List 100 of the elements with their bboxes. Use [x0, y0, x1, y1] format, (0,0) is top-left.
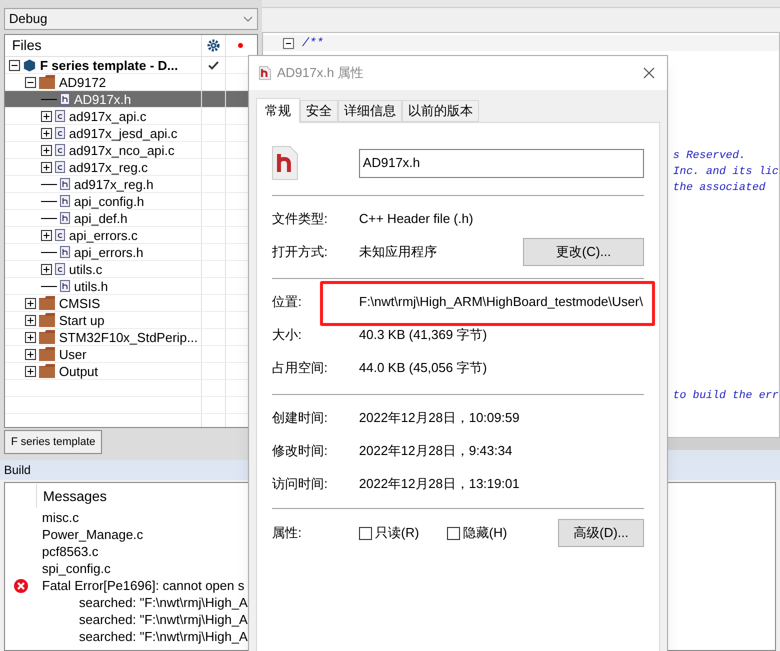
- build-message: pcf8563.c: [42, 542, 98, 561]
- error-icon: [14, 578, 28, 592]
- folder-icon: [39, 364, 55, 378]
- column-header: Files: [11, 36, 43, 55]
- expand-icon[interactable]: [41, 230, 52, 240]
- tree-item-label: utils.h: [73, 278, 109, 294]
- field-value: F:\nwt\rmj\High_ARM\HighBoard_testmode\User\: [359, 292, 643, 311]
- collapse-icon[interactable]: [9, 60, 20, 70]
- header-file-icon: [60, 280, 70, 292]
- expand-icon[interactable]: [25, 348, 36, 360]
- checkbox[interactable]: 隐藏(H): [447, 523, 508, 543]
- advanced-button[interactable]: 高级(D)...: [558, 519, 644, 547]
- source-file-icon: [55, 110, 65, 122]
- tree-item-label: api_config.h: [73, 193, 146, 209]
- field-label: 大小:: [272, 326, 303, 344]
- field-value: 2022年12月28日，13:19:01: [359, 474, 520, 493]
- dialog-title: AD917x.h 属性: [277, 64, 364, 82]
- tree-item-label: api_errors.c: [68, 227, 139, 243]
- tree-item-label: ad917x_reg.c: [68, 159, 149, 175]
- header-file-icon: [60, 93, 70, 105]
- tree-item-label: ad917x_api.c: [68, 108, 148, 124]
- collapse-icon[interactable]: [283, 38, 294, 48]
- change-button[interactable]: 更改(C)...: [523, 238, 644, 266]
- tree-item-label: CMSIS: [58, 295, 102, 311]
- tree-item-label: F series template - D...: [39, 57, 179, 73]
- tree-item-label: STM32F10x_StdPerip...: [58, 329, 199, 345]
- field-value: 2022年12月28日，9:43:34: [359, 442, 512, 460]
- field-label: 位置:: [272, 292, 303, 311]
- code-line: s Reserved.: [673, 149, 747, 164]
- tree-item-label: Start up: [58, 312, 106, 328]
- build-message: searched: "F:\nwt\rmj\High_A: [79, 594, 248, 612]
- field-label: 创建时间:: [272, 408, 329, 427]
- folder-icon: [39, 296, 55, 310]
- expand-icon[interactable]: [41, 264, 52, 274]
- code-line: to build the err: [673, 389, 779, 404]
- field-label: 占用空间:: [272, 358, 329, 377]
- expand-icon[interactable]: [41, 110, 52, 122]
- dialog-tab[interactable]: 常规: [256, 98, 300, 123]
- field-label: 修改时间:: [272, 442, 329, 460]
- header-file-icon: [272, 146, 298, 180]
- cube-icon: [23, 58, 36, 72]
- build-message: searched: "F:\nwt\rmj\High_A: [79, 610, 248, 629]
- build-message: searched: "F:\nwt\rmj\High_A: [79, 628, 248, 646]
- dialog-tab[interactable]: 以前的版本: [402, 100, 479, 122]
- expand-icon[interactable]: [41, 144, 52, 156]
- field-label: 属性:: [272, 524, 303, 542]
- folder-icon: [39, 330, 55, 344]
- source-file-icon: [55, 229, 65, 241]
- panel-title: Build: [4, 462, 31, 479]
- source-file-icon: [55, 127, 65, 139]
- expand-icon[interactable]: [41, 128, 52, 138]
- workspace-tab[interactable]: F series template: [4, 430, 102, 454]
- field-label: 打开方式:: [272, 242, 329, 261]
- tree-item-label: User: [58, 346, 88, 362]
- expand-icon[interactable]: [41, 162, 52, 172]
- source-file-icon: [55, 144, 65, 156]
- configuration-dropdown[interactable]: Debug: [4, 8, 258, 30]
- checkbox[interactable]: 只读(R): [359, 523, 420, 543]
- build-message: spi_config.c: [42, 560, 111, 578]
- column-header: Messages: [36, 484, 107, 508]
- build-message: Power_Manage.c: [42, 526, 144, 544]
- dialog-tab[interactable]: 详细信息: [338, 100, 402, 122]
- expand-icon[interactable]: [25, 314, 36, 326]
- tree-item-label: AD917x.h: [73, 91, 132, 107]
- build-message: misc.c: [42, 508, 79, 527]
- code-line: the associated: [673, 181, 766, 196]
- file-icon: [259, 66, 271, 80]
- collapse-icon[interactable]: [25, 76, 36, 88]
- close-icon[interactable]: [643, 67, 655, 79]
- header-file-icon: [60, 212, 70, 224]
- code-line: Inc. and its lic: [673, 165, 779, 180]
- folder-icon: [39, 347, 55, 361]
- tree-item-label: api_def.h: [73, 210, 128, 226]
- field-label: 访问时间:: [272, 474, 329, 493]
- field-label: 文件类型:: [272, 210, 329, 228]
- field-value: C++ Header file (.h): [359, 210, 474, 228]
- field-value: 40.3 KB (41,369 字节): [359, 326, 487, 344]
- field-value: 未知应用程序: [359, 242, 437, 261]
- header-file-icon: [60, 178, 70, 190]
- tree-item-label: Output: [58, 363, 100, 379]
- expand-icon[interactable]: [25, 298, 36, 308]
- source-file-icon: [55, 263, 65, 275]
- tree-item-label: ad917x_nco_api.c: [68, 142, 176, 158]
- file-name-field[interactable]: AD917x.h: [358, 148, 644, 178]
- chevron-down-icon: [243, 16, 253, 22]
- field-value: 2022年12月28日，10:09:59: [359, 408, 520, 427]
- expand-icon[interactable]: [25, 366, 36, 376]
- code-line: /**: [302, 35, 324, 52]
- dialog-tab[interactable]: 安全: [300, 100, 338, 122]
- expand-icon[interactable]: [25, 332, 36, 342]
- tree-item-label: utils.c: [68, 261, 104, 277]
- folder-icon: [39, 75, 55, 89]
- settings-icon[interactable]: [207, 39, 220, 52]
- header-file-icon: [60, 246, 70, 258]
- tree-item-label: api_errors.h: [73, 244, 144, 260]
- folder-icon: [39, 313, 55, 327]
- tree-item-label: ad917x_reg.h: [73, 176, 155, 192]
- tree-item-label: AD9172: [58, 74, 107, 90]
- build-message: Fatal Error[Pe1696]: cannot open s: [42, 576, 244, 595]
- source-file-icon: [55, 161, 65, 173]
